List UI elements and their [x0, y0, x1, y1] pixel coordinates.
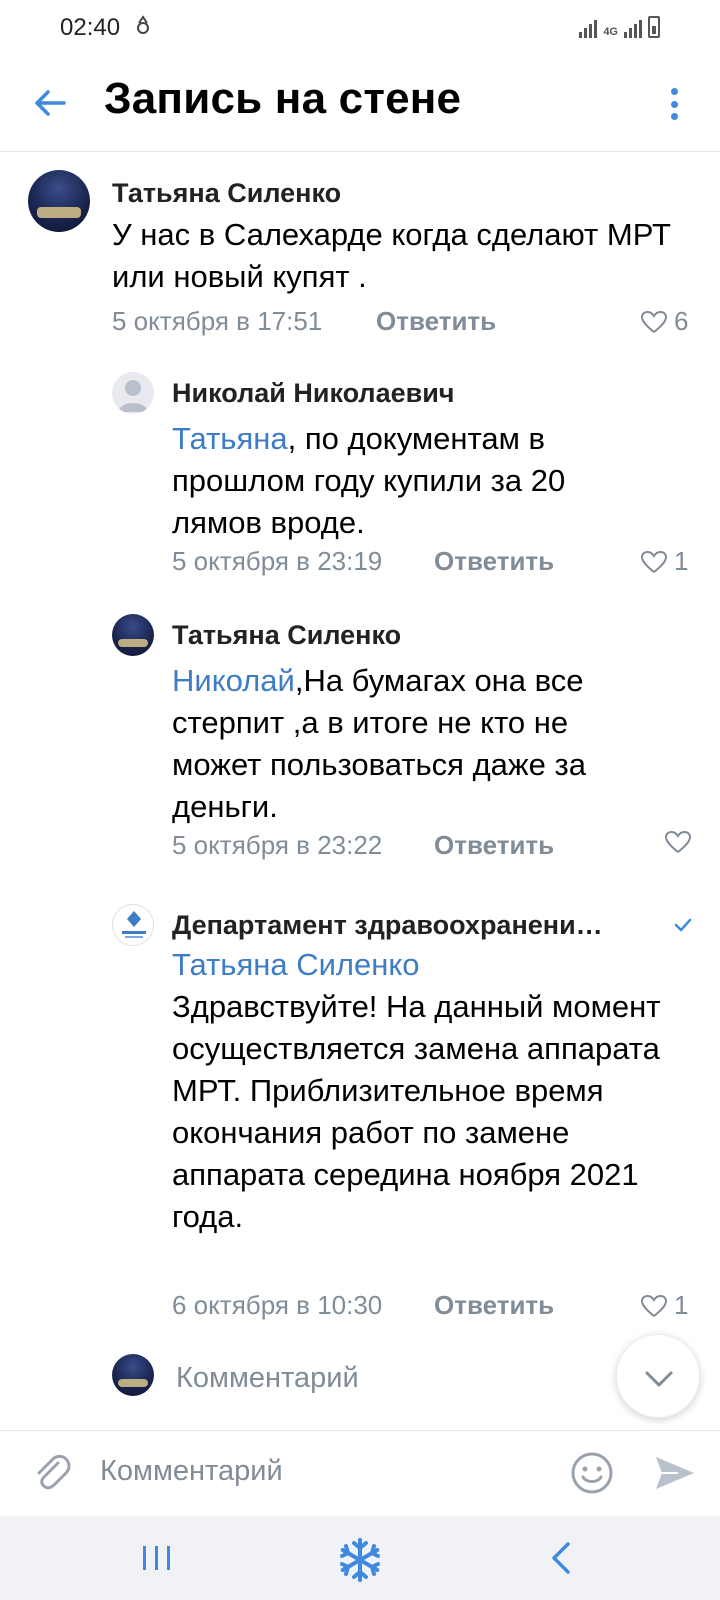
reply-button[interactable]: Ответить — [434, 830, 554, 861]
avatar[interactable] — [112, 904, 154, 946]
chevron-down-icon — [645, 1371, 673, 1387]
comment-input[interactable]: Комментарий — [100, 1455, 283, 1488]
comment-date: 5 октября в 17:51 — [112, 306, 323, 336]
nav-back-icon[interactable] — [546, 1540, 576, 1576]
heart-icon — [640, 550, 668, 573]
mention-link[interactable]: Татьяна — [172, 421, 288, 456]
recent-apps-icon[interactable] — [140, 1542, 174, 1574]
comment-date: 5 октября в 23:19 — [172, 546, 383, 576]
heart-icon — [664, 830, 692, 854]
like-button[interactable]: 6 — [640, 306, 688, 337]
battery-icon — [648, 16, 660, 38]
comment-body: У нас в Салехарде когда сделают МРТ или … — [112, 217, 671, 294]
avatar[interactable] — [112, 372, 154, 414]
verified-icon — [674, 918, 692, 932]
scroll-down-button[interactable] — [616, 1334, 700, 1418]
mention-link[interactable]: Николай — [172, 663, 295, 698]
reply-button[interactable]: Ответить — [376, 306, 496, 337]
snowflake-home-icon[interactable] — [336, 1536, 384, 1584]
send-icon[interactable] — [650, 1449, 698, 1497]
paperclip-icon[interactable] — [28, 1449, 76, 1497]
reply-button[interactable]: Ответить — [434, 1290, 554, 1321]
comment-text: Татьяна, по документам в прошлом году ку… — [172, 418, 642, 544]
status-time: 02:40 — [60, 14, 121, 41]
thread-reply-placeholder[interactable]: Комментарий — [176, 1362, 359, 1395]
avatar[interactable] — [28, 170, 90, 232]
like-button[interactable]: 1 — [640, 1290, 688, 1321]
heart-icon — [640, 310, 668, 333]
comment-author[interactable]: Николай Николаевич — [172, 378, 454, 409]
status-indicators: 4G — [579, 12, 660, 38]
comment-text: Татьяна Силенко Здравствуйте! На данный … — [172, 944, 702, 1238]
arrow-left-icon[interactable] — [26, 78, 76, 128]
default-avatar-icon — [118, 380, 148, 412]
like-button[interactable] — [664, 830, 698, 854]
avatar — [112, 1354, 154, 1396]
avatar[interactable] — [112, 614, 154, 656]
comment-composer: Комментарий — [0, 1430, 720, 1516]
comment-text: Николай,На бумагах она все стерпит ,а в … — [172, 660, 652, 828]
like-count: 1 — [674, 546, 689, 576]
comment-text: У нас в Салехарде когда сделают МРТ или … — [112, 214, 672, 298]
status-bar: 02:40 4G — [0, 0, 720, 56]
notification-icon — [137, 15, 149, 34]
like-button[interactable]: 1 — [640, 546, 688, 577]
comment-author[interactable]: Департамент здравоохранени… — [172, 910, 603, 941]
network-type-label: 4G — [603, 26, 618, 38]
department-logo-icon — [122, 911, 146, 938]
thread-reply-row[interactable]: Комментарий — [0, 1326, 720, 1396]
reply-button[interactable]: Ответить — [434, 546, 554, 577]
page-title: Запись на стене — [104, 74, 462, 123]
comment-date: 6 октября в 10:30 — [172, 1290, 383, 1320]
heart-icon — [640, 1294, 668, 1317]
comment-author[interactable]: Татьяна Силенко — [172, 620, 401, 651]
like-count: 1 — [674, 1290, 689, 1320]
app-bar: Запись на стене — [0, 56, 720, 152]
signal-icon — [579, 18, 598, 38]
system-nav-bar — [0, 1516, 720, 1600]
comment-body: Здравствуйте! На данный момент осуществл… — [172, 989, 661, 1234]
comment-author[interactable]: Татьяна Силенко — [112, 178, 341, 209]
like-count: 6 — [674, 306, 689, 336]
smile-icon[interactable] — [568, 1449, 616, 1497]
more-vertical-icon[interactable] — [664, 82, 684, 126]
signal-icon — [624, 18, 642, 38]
mention-link[interactable]: Татьяна Силенко — [172, 944, 702, 986]
comment-date: 5 октября в 23:22 — [172, 830, 383, 860]
